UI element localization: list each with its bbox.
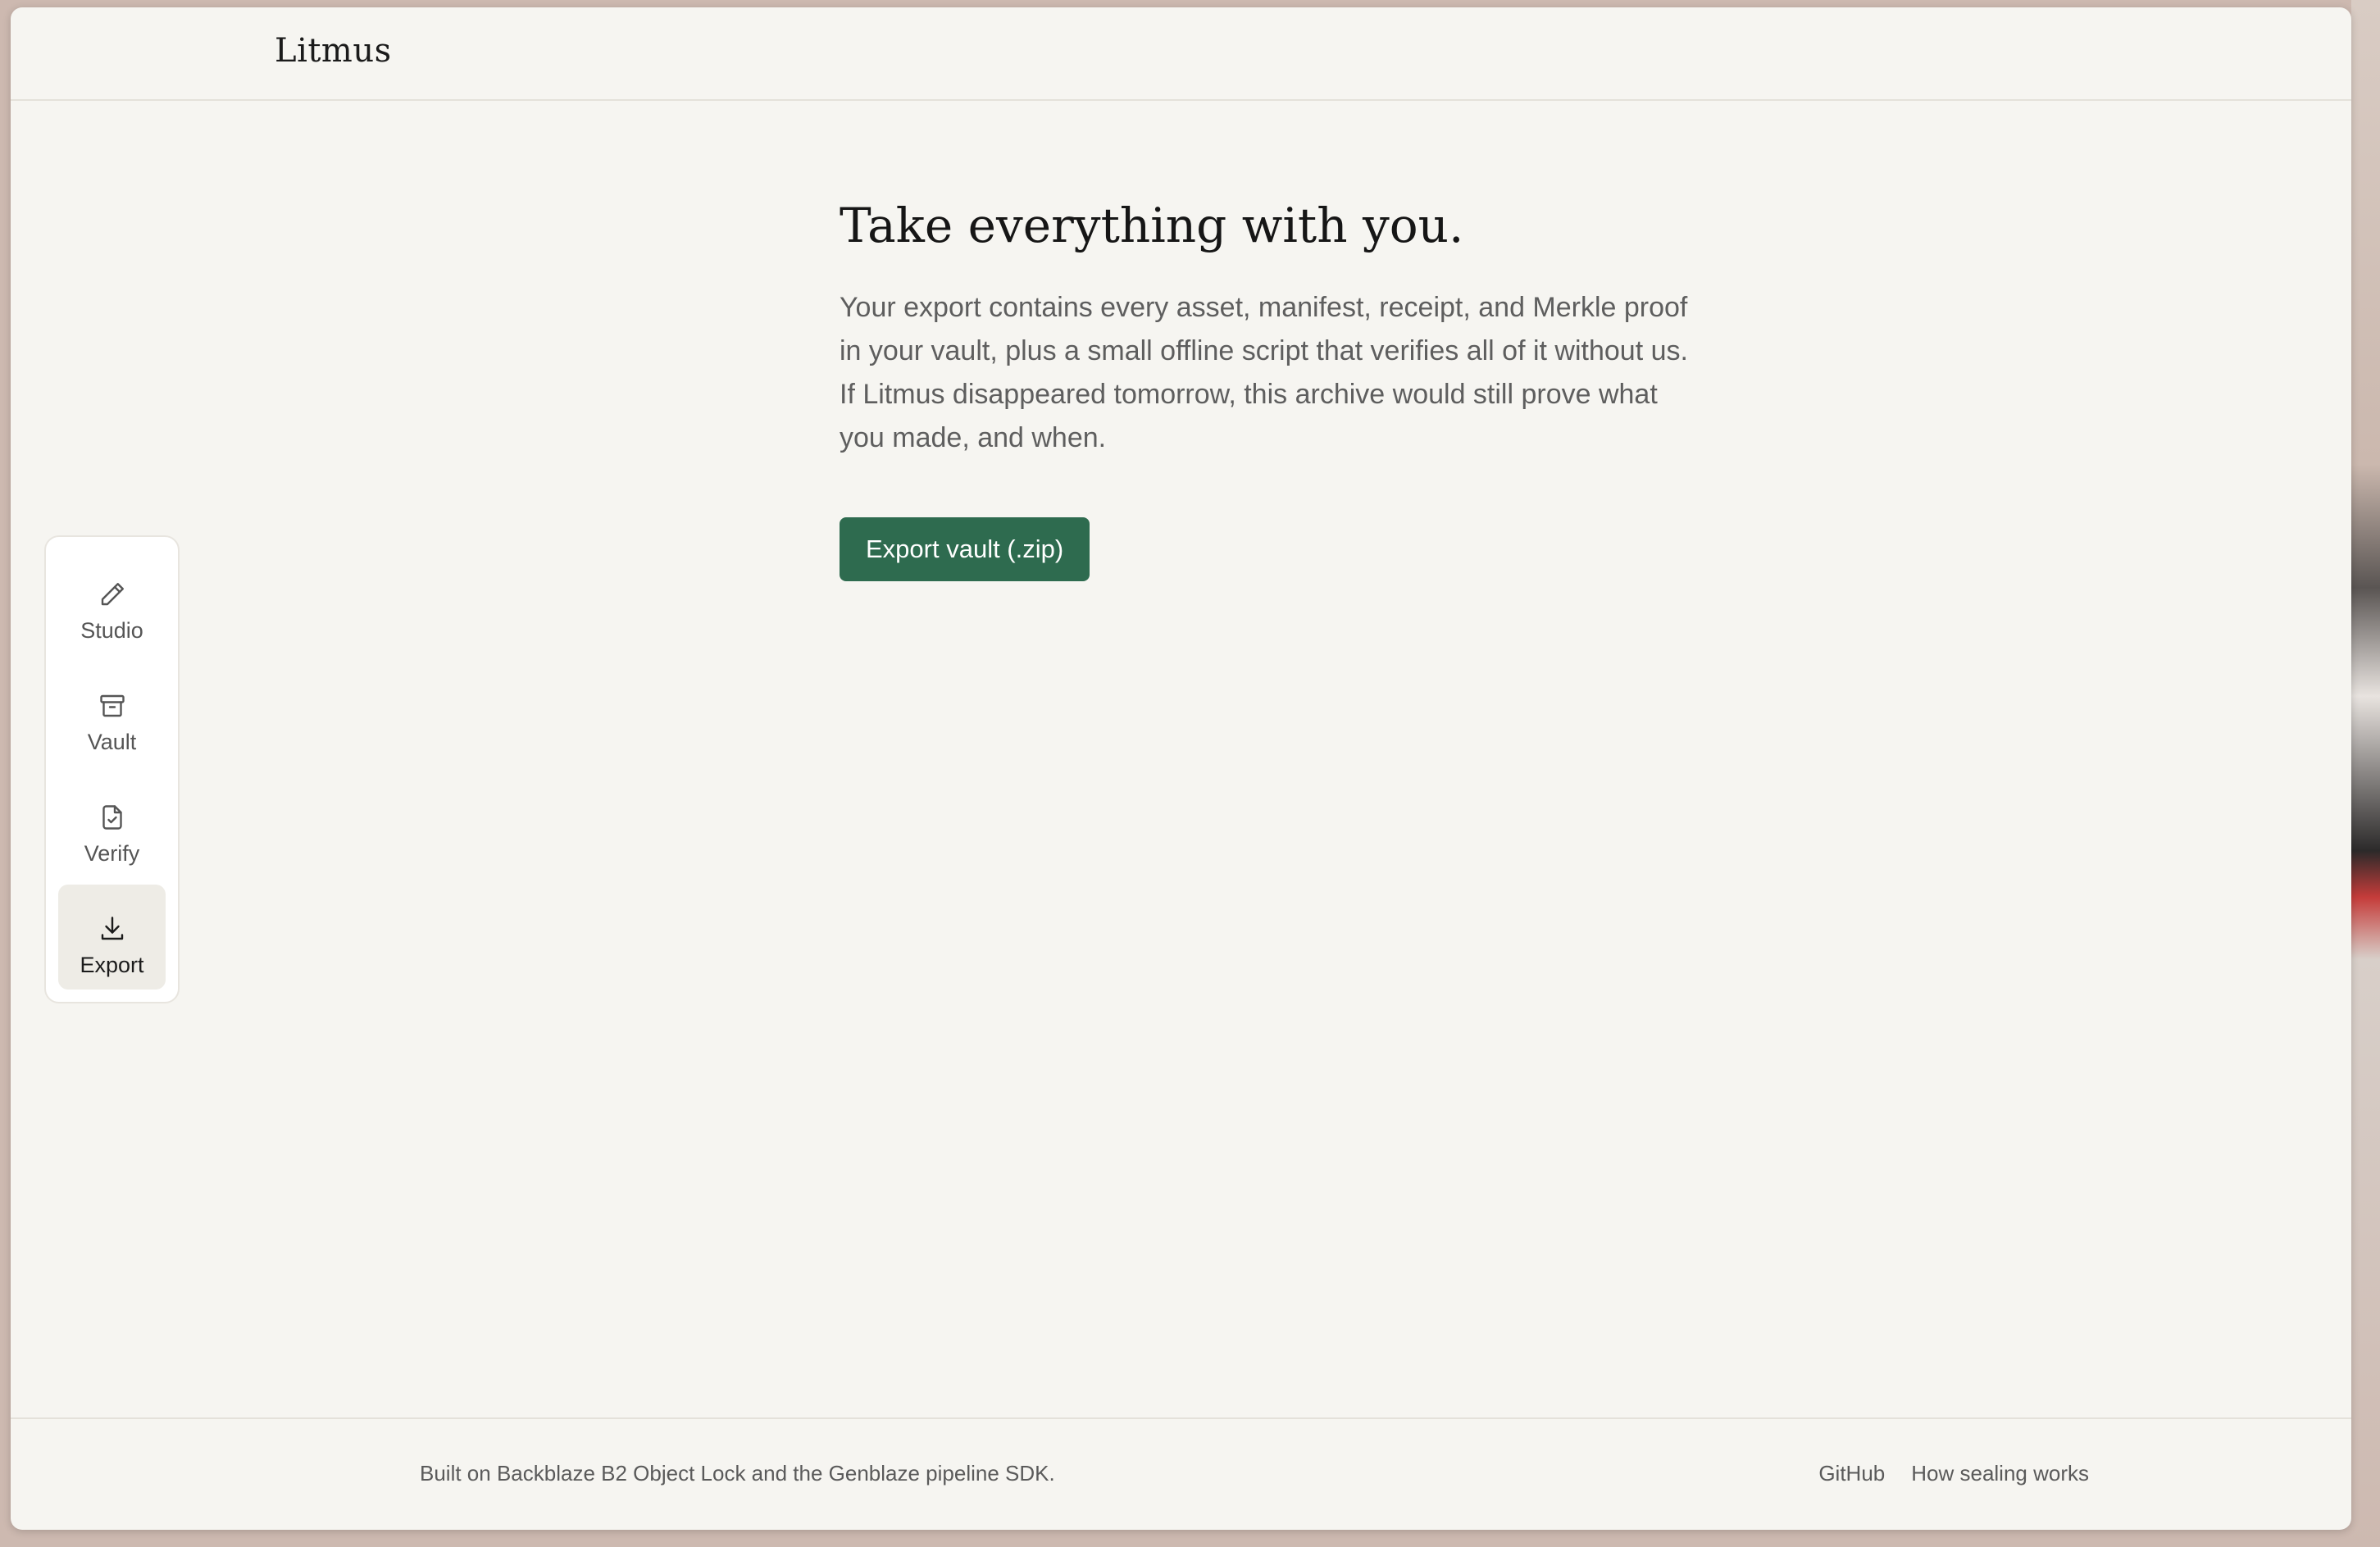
footer-note: Built on Backblaze B2 Object Lock and th… <box>420 1461 1055 1486</box>
nav-item-studio[interactable]: Studio <box>58 550 166 655</box>
nav-item-export[interactable]: Export <box>58 885 166 990</box>
footer: Built on Backblaze B2 Object Lock and th… <box>11 1417 2351 1530</box>
archive-box-icon <box>99 694 125 717</box>
top-bar: Litmus <box>11 7 2351 101</box>
brand-logo[interactable]: Litmus <box>275 32 392 70</box>
pencil-icon <box>101 583 124 606</box>
how-sealing-works-link[interactable]: How sealing works <box>1911 1461 2089 1486</box>
download-icon <box>101 917 123 940</box>
page-description: Your export contains every asset, manife… <box>840 292 1688 453</box>
export-panel: Take everything with you. Your export co… <box>840 196 1741 581</box>
nav-item-verify[interactable]: Verify <box>58 773 166 878</box>
nav-label: Export <box>80 953 144 977</box>
nav-label: Verify <box>84 841 140 866</box>
nav-label: Vault <box>87 730 137 754</box>
file-check-icon <box>102 805 122 830</box>
side-nav: Studio Vault Verify Export <box>44 535 180 1003</box>
app-window: Litmus Studio Vault Verify Export Take e… <box>11 7 2351 1530</box>
page-title: Take everything with you. <box>840 198 1464 253</box>
export-vault-button[interactable]: Export vault (.zip) <box>840 517 1090 581</box>
nav-item-vault[interactable]: Vault <box>58 662 166 767</box>
nav-label: Studio <box>80 618 143 643</box>
desktop-background <box>2351 0 2380 1547</box>
footer-links: GitHub How sealing works <box>1818 1461 2089 1486</box>
github-link[interactable]: GitHub <box>1818 1461 1885 1486</box>
